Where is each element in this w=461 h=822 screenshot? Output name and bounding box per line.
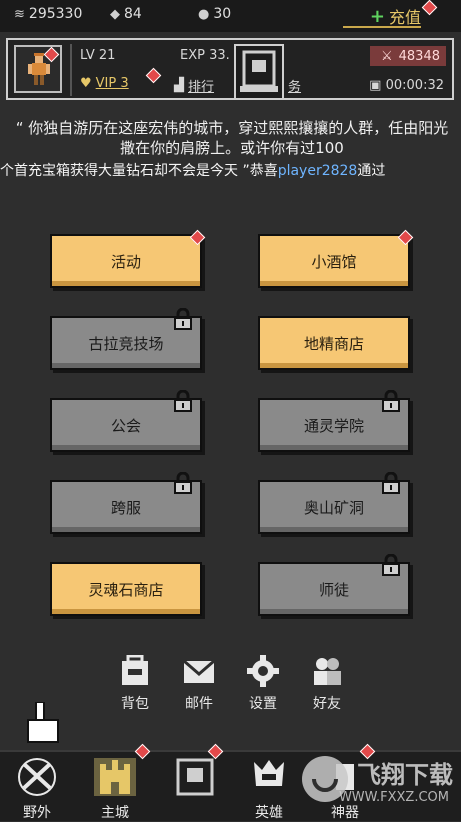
sword-icon: ⚔ (380, 48, 393, 64)
lock-icon (382, 472, 400, 494)
vip-badge-icon: ♥ (80, 76, 92, 91)
tokens-display: ● 30 (198, 6, 231, 22)
tavern-button[interactable]: 小酒馆 (258, 229, 414, 288)
activity-label: 活动 (110, 252, 141, 271)
power-value: 48348 (398, 48, 440, 64)
mentor-button[interactable]: 师徒 (258, 554, 410, 616)
ticker-player: player2828 (277, 163, 358, 179)
bag-icon (122, 654, 148, 685)
mine-label: 奥山矿洞 (303, 498, 364, 517)
goblin-shop-button[interactable]: 地精商店 (258, 316, 410, 370)
lock-icon (174, 308, 192, 330)
diamonds-value: 84 (124, 6, 142, 22)
coins-value: 295330 (28, 6, 83, 22)
crest-icon (176, 758, 214, 796)
hero-helmet-icon (254, 760, 284, 786)
token-icon: ● (198, 6, 210, 22)
activity-notice-dot (189, 229, 206, 246)
mentor-label: 师徒 (318, 580, 349, 599)
vip-notice-dot (145, 67, 162, 84)
player-panel: LV 21 EXP 33. ♥ VIP 3 ▟ 排行 务 ⚔ 48348 ▣ 0… (6, 38, 454, 100)
nav-city[interactable]: 主城 (80, 756, 150, 822)
ticker-prefix: 个首充宝箱获得大量钻石 (0, 163, 154, 179)
arena-label: 古拉竞技场 (88, 334, 164, 353)
exp-label: EXP 33. (180, 48, 230, 63)
task-button[interactable]: 务 (288, 76, 301, 95)
level-label: LV 21 (80, 48, 116, 63)
timer-value: 00:00:32 (385, 78, 444, 93)
watermark-url: WWW.FXXZ.COM (338, 790, 449, 805)
combat-power: ⚔ 48348 (370, 46, 446, 66)
diamond-icon: ◆ (110, 6, 120, 22)
nav-crest[interactable] (160, 756, 230, 802)
lock-icon (174, 472, 192, 494)
ticker-middle: 却不会是今天 ”恭喜 (154, 163, 278, 179)
cross-server-label: 跨服 (110, 498, 141, 517)
spirit-academy-label: 通灵学院 (303, 416, 364, 435)
pointing-hand-icon (27, 702, 59, 743)
castle-icon (94, 758, 136, 796)
guild-button[interactable]: 公会 (50, 390, 202, 452)
tokens-value: 30 (213, 6, 232, 22)
tavern-notice-dot (397, 229, 414, 246)
story-text: “ 你独自游历在这座宏伟的城市，穿过熙熙攘攘的人群，任由阳光撒在你的肩膀上。或许… (15, 119, 449, 157)
rank-label: 排行 (188, 80, 215, 95)
mail-label: 邮件 (185, 696, 213, 712)
lock-icon (174, 390, 192, 412)
gear-icon (247, 655, 279, 687)
charge-underline (343, 26, 421, 28)
spirit-academy-button[interactable]: 通灵学院 (258, 390, 410, 452)
panel-divider (70, 44, 72, 96)
bag-label: 背包 (121, 696, 149, 712)
crossed-swords-icon (18, 758, 56, 796)
nav-hero[interactable]: 英雄 (234, 756, 304, 822)
arena-button[interactable]: 古拉竞技场 (50, 308, 202, 370)
nav-hero-label: 英雄 (255, 805, 283, 821)
vip-label: VIP 3 (95, 76, 129, 91)
tavern-label: 小酒馆 (311, 252, 357, 271)
guild-label: 公会 (110, 416, 141, 435)
nav-wild-label: 野外 (23, 805, 51, 821)
diamonds-display: ◆ 84 (110, 6, 142, 22)
top-resource-bar: ≋ 295330 ◆ 84 ● 30 + 充值 (0, 0, 461, 32)
soulstone-shop-button[interactable]: 灵魂石商店 (50, 562, 202, 616)
coin-stack-icon: ≋ (14, 6, 25, 22)
charge-button[interactable]: + 充值 (370, 4, 421, 28)
rank-button[interactable]: ▟ 排行 (174, 76, 214, 95)
friends-label: 好友 (313, 696, 341, 712)
bag-button[interactable]: 背包 (110, 654, 160, 713)
charge-label: 充值 (388, 8, 421, 27)
coins-display: ≋ 295330 (14, 6, 82, 22)
clock-icon: ▣ (369, 78, 382, 93)
vip-button[interactable]: ♥ VIP 3 (80, 76, 129, 91)
friends-icon (314, 658, 341, 685)
lock-icon (382, 554, 400, 576)
nav-wild[interactable]: 野外 (2, 756, 72, 822)
activity-button[interactable]: 活动 (50, 229, 206, 288)
soulstone-shop-label: 灵魂石商店 (88, 580, 164, 599)
mail-icon (183, 659, 215, 683)
nav-equip-label: 神器 (331, 805, 359, 821)
lock-icon (382, 390, 400, 412)
settings-label: 设置 (249, 696, 277, 712)
plus-icon: + (369, 5, 385, 27)
nav-city-label: 主城 (101, 805, 129, 821)
broadcast-ticker: 个首充宝箱获得大量钻石却不会是今天 ”恭喜player2828通过 (0, 160, 461, 180)
ticker-suffix: 通过 (357, 163, 386, 179)
goblin-shop-label: 地精商店 (303, 334, 364, 353)
mine-button[interactable]: 奥山矿洞 (258, 472, 410, 534)
mail-button[interactable]: 邮件 (174, 655, 224, 713)
avatar[interactable] (14, 45, 62, 93)
cross-server-button[interactable]: 跨服 (50, 472, 202, 534)
bar-chart-icon: ▟ (174, 78, 184, 93)
watermark-text: 飞翔下载 (357, 761, 453, 789)
charge-notice-dot (421, 0, 438, 16)
friends-button[interactable]: 好友 (302, 655, 352, 713)
settings-button[interactable]: 设置 (238, 655, 288, 713)
central-crest-icon[interactable] (234, 44, 284, 100)
timer-display: ▣ 00:00:32 (369, 78, 444, 93)
